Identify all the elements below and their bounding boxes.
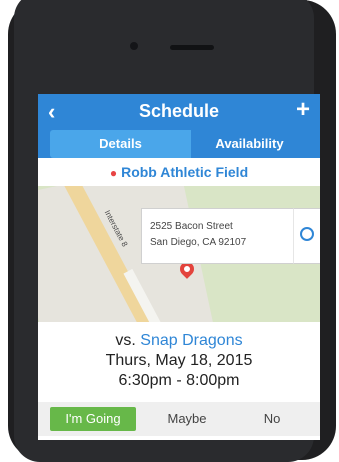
directions-button[interactable]: [293, 208, 320, 264]
vs-prefix: vs.: [115, 332, 136, 349]
navigation-bar: ‹ Schedule +: [38, 94, 320, 130]
segmented-control: Details Availability: [38, 130, 320, 158]
front-camera: [130, 42, 138, 50]
address-city: San Diego, CA 92107: [150, 237, 247, 248]
phone-speaker: [170, 45, 214, 50]
tab-details[interactable]: Details: [50, 130, 191, 158]
event-info: vs. Snap Dragons Thurs, May 18, 2015 6:3…: [38, 322, 320, 402]
location-pin-icon: ●: [109, 166, 118, 180]
address-callout[interactable]: 2525 Bacon Street San Diego, CA 92107: [141, 208, 294, 264]
location-title[interactable]: ● Robb Athletic Field: [38, 158, 320, 186]
page-title: Schedule: [138, 101, 220, 121]
phone-screen: ‹ Schedule + Details Availability ● Robb …: [38, 94, 320, 440]
rsvp-bar: I'm Going Maybe No: [38, 402, 320, 436]
opponent-name[interactable]: Snap Dragons: [140, 332, 242, 349]
no-button[interactable]: No: [236, 407, 308, 431]
plus-icon[interactable]: +: [296, 97, 310, 123]
map-view[interactable]: Interstate 8 2525 Bacon Street San Diego…: [38, 186, 320, 322]
address-street: 2525 Bacon Street: [150, 221, 233, 232]
location-name: Robb Athletic Field: [121, 164, 249, 180]
navigation-icon: [300, 227, 314, 241]
event-time: 6:30pm - 8:00pm: [118, 372, 240, 389]
going-button[interactable]: I'm Going: [50, 407, 136, 431]
maybe-button[interactable]: Maybe: [146, 407, 228, 431]
event-date: Thurs, May 18, 2015: [105, 352, 253, 369]
opponent-line: vs. Snap Dragons: [38, 332, 320, 350]
tab-availability[interactable]: Availability: [191, 130, 308, 158]
